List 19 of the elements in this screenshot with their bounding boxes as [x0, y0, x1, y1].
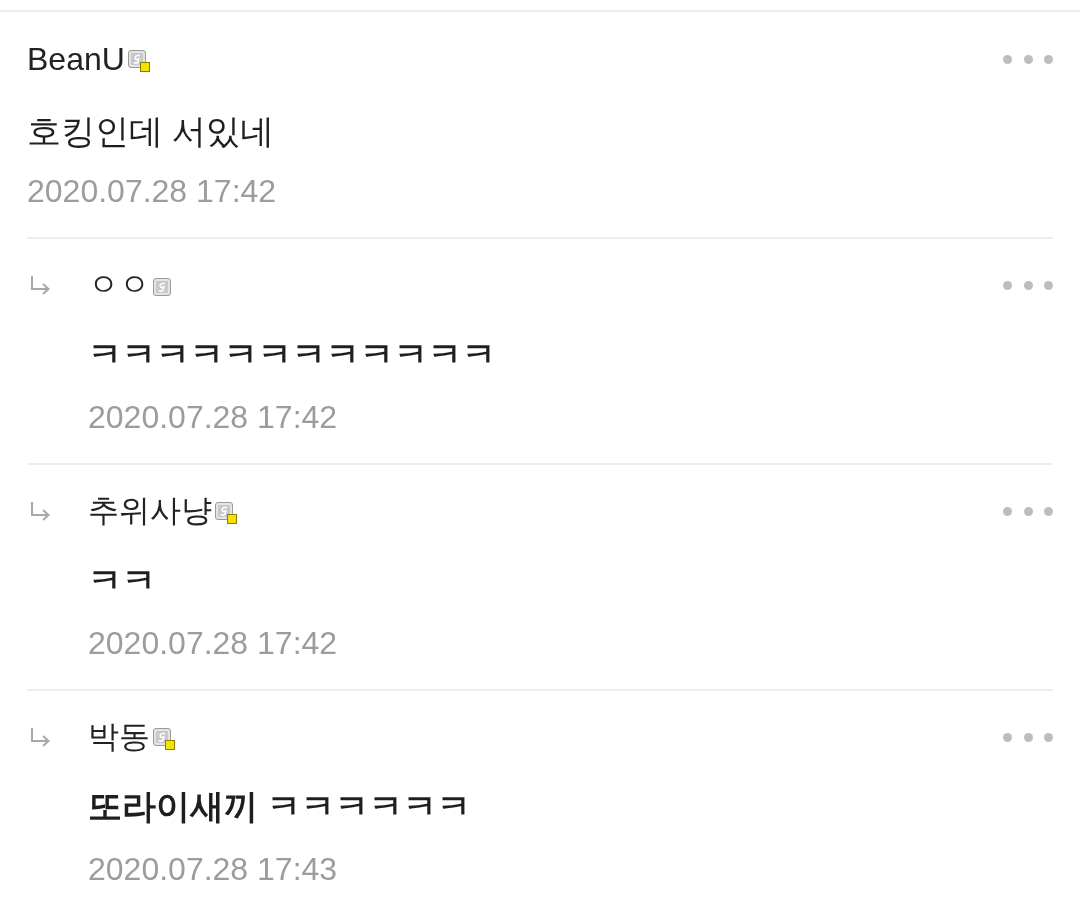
comment-text: 호킹인데 서있네 — [27, 111, 276, 152]
more-options-button[interactable] — [1003, 279, 1053, 291]
comment-text: ㅋㅋ — [88, 560, 157, 601]
more-options-button[interactable] — [1003, 505, 1053, 517]
author-name: 추위사냥 — [88, 492, 212, 530]
reply-arrow-icon — [30, 275, 52, 297]
author-name: ㅇㅇ — [88, 266, 150, 304]
comment-date: 2020.07.28 17:42 — [27, 172, 278, 211]
reply-arrow-icon — [30, 501, 52, 523]
comment-date: 2020.07.28 17:42 — [88, 624, 339, 663]
reply-arrow-icon — [30, 727, 52, 749]
more-options-button[interactable] — [1003, 53, 1053, 65]
more-options-button[interactable] — [1003, 731, 1053, 743]
author-name: 박동 — [88, 718, 150, 756]
comment-text: ㅋㅋㅋㅋㅋㅋㅋㅋㅋㅋㅋㅋ — [88, 334, 497, 375]
comment-date: 2020.07.28 17:43 — [88, 850, 339, 889]
comment-text: 또라이새끼 ㅋㅋㅋㅋㅋㅋ — [88, 786, 473, 827]
author-name: BeanU — [27, 40, 125, 78]
comment-date: 2020.07.28 17:42 — [88, 398, 339, 437]
